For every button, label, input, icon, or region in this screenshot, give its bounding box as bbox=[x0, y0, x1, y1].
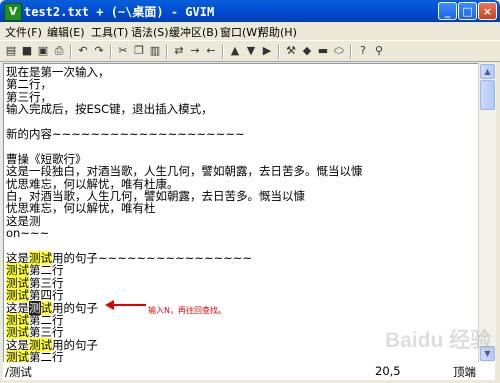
line-text: 用的句子~~~~~~~~~~~~~~~~ bbox=[52, 251, 253, 265]
redo-icon[interactable]: ↷ bbox=[92, 44, 106, 58]
vim-icon: V bbox=[4, 3, 22, 21]
help-icon[interactable]: ? bbox=[356, 44, 370, 58]
window-title: test2.txt + (~\桌面) - GVIM bbox=[24, 5, 215, 19]
toolbar-separator bbox=[350, 44, 352, 59]
scroll-position: 顶端 bbox=[453, 365, 476, 379]
jump-tag-icon[interactable]: ⬭ bbox=[332, 44, 346, 58]
menu-bar: 文件(F) 编辑(E) 工具(T) 语法(S) 缓冲区(B) 窗口(W) 帮助(… bbox=[0, 22, 500, 40]
menu-window[interactable]: 窗口(W) bbox=[220, 24, 261, 40]
toolbar-separator bbox=[70, 44, 72, 59]
watermark: Baidu 经验 bbox=[385, 329, 492, 352]
vertical-scrollbar[interactable]: ▲ ▼ bbox=[478, 63, 496, 362]
copy-icon[interactable]: ❐ bbox=[132, 44, 146, 58]
line-text: 输入完成后，按ESC键，退出插入模式， bbox=[6, 102, 213, 117]
scroll-up-button[interactable]: ▲ bbox=[480, 64, 495, 79]
menu-help[interactable]: 帮助(H) bbox=[258, 24, 297, 40]
toolbar-separator bbox=[278, 44, 280, 59]
editor-line: 新的内容~~~~~~~~~~~~~~~~~~~~ bbox=[6, 127, 245, 142]
run-script-icon[interactable]: ▶ bbox=[260, 44, 274, 58]
toolbar: ▤ ■ ▣ ⎙ ↶ ↷ ✂ ❐ ▥ ⇄ → ← ▲ ▼ ▶ ⚒ ◆ ▬ ⬭ ? … bbox=[0, 40, 500, 62]
make-tags-icon[interactable]: ▬ bbox=[316, 44, 330, 58]
save-all-icon[interactable]: ▣ bbox=[36, 44, 50, 58]
print-icon[interactable]: ⎙ bbox=[52, 44, 66, 58]
menu-file[interactable]: 文件(F) bbox=[5, 24, 42, 40]
editor-line: 输入完成后，按ESC键，退出插入模式， bbox=[6, 102, 213, 117]
text-editor[interactable]: 现在是第一次输入， 第二行， 第三行， 输入完成后，按ESC键，退出插入模式， 新的内容… bbox=[3, 63, 479, 364]
minimize-button[interactable]: _ bbox=[438, 2, 457, 20]
menu-syntax[interactable]: 语法(S) bbox=[131, 24, 169, 40]
line-text: 新的内容~~~~~~~~~~~~~~~~~~~~ bbox=[6, 127, 245, 141]
title-bar[interactable]: V test2.txt + (~\桌面) - GVIM _ □ × bbox=[0, 0, 500, 22]
find-prev-icon[interactable]: ← bbox=[204, 44, 218, 58]
make-icon[interactable]: ⚒ bbox=[284, 44, 298, 58]
undo-icon[interactable]: ↶ bbox=[76, 44, 90, 58]
maximize-button[interactable]: □ bbox=[458, 2, 477, 20]
save-session-icon[interactable]: ▼ bbox=[244, 44, 258, 58]
menu-edit[interactable]: 编辑(E) bbox=[47, 24, 85, 40]
annotation-note: 输入N，再往回查找。 bbox=[148, 306, 226, 315]
shell-icon[interactable]: ◆ bbox=[300, 44, 314, 58]
paste-icon[interactable]: ▥ bbox=[148, 44, 162, 58]
toolbar-separator bbox=[166, 44, 168, 59]
save-icon[interactable]: ■ bbox=[20, 44, 34, 58]
close-button[interactable]: × bbox=[478, 2, 497, 20]
red-arrow-icon bbox=[105, 300, 146, 310]
gvim-window: V test2.txt + (~\桌面) - GVIM _ □ × 文件(F) … bbox=[0, 0, 500, 383]
command-line[interactable]: /测试 bbox=[5, 364, 32, 380]
cursor-position: 20,5 bbox=[375, 364, 401, 378]
cut-icon[interactable]: ✂ bbox=[116, 44, 130, 58]
load-session-icon[interactable]: ▲ bbox=[228, 44, 242, 58]
editor-line: on~~~ bbox=[6, 226, 49, 241]
status-line: /测试 20,5 顶端 bbox=[3, 362, 495, 380]
menu-buffers[interactable]: 缓冲区(B) bbox=[169, 24, 218, 40]
line-text: on~~~ bbox=[6, 226, 50, 241]
scroll-thumb[interactable] bbox=[480, 80, 495, 110]
find-next-icon[interactable]: → bbox=[188, 44, 202, 58]
open-icon[interactable]: ▤ bbox=[4, 44, 18, 58]
toolbar-separator bbox=[222, 44, 224, 59]
find-replace-icon[interactable]: ⇄ bbox=[172, 44, 186, 58]
find-help-icon[interactable]: ⚲ bbox=[372, 44, 386, 58]
menu-tools[interactable]: 工具(T) bbox=[91, 24, 128, 40]
toolbar-separator bbox=[110, 44, 112, 59]
